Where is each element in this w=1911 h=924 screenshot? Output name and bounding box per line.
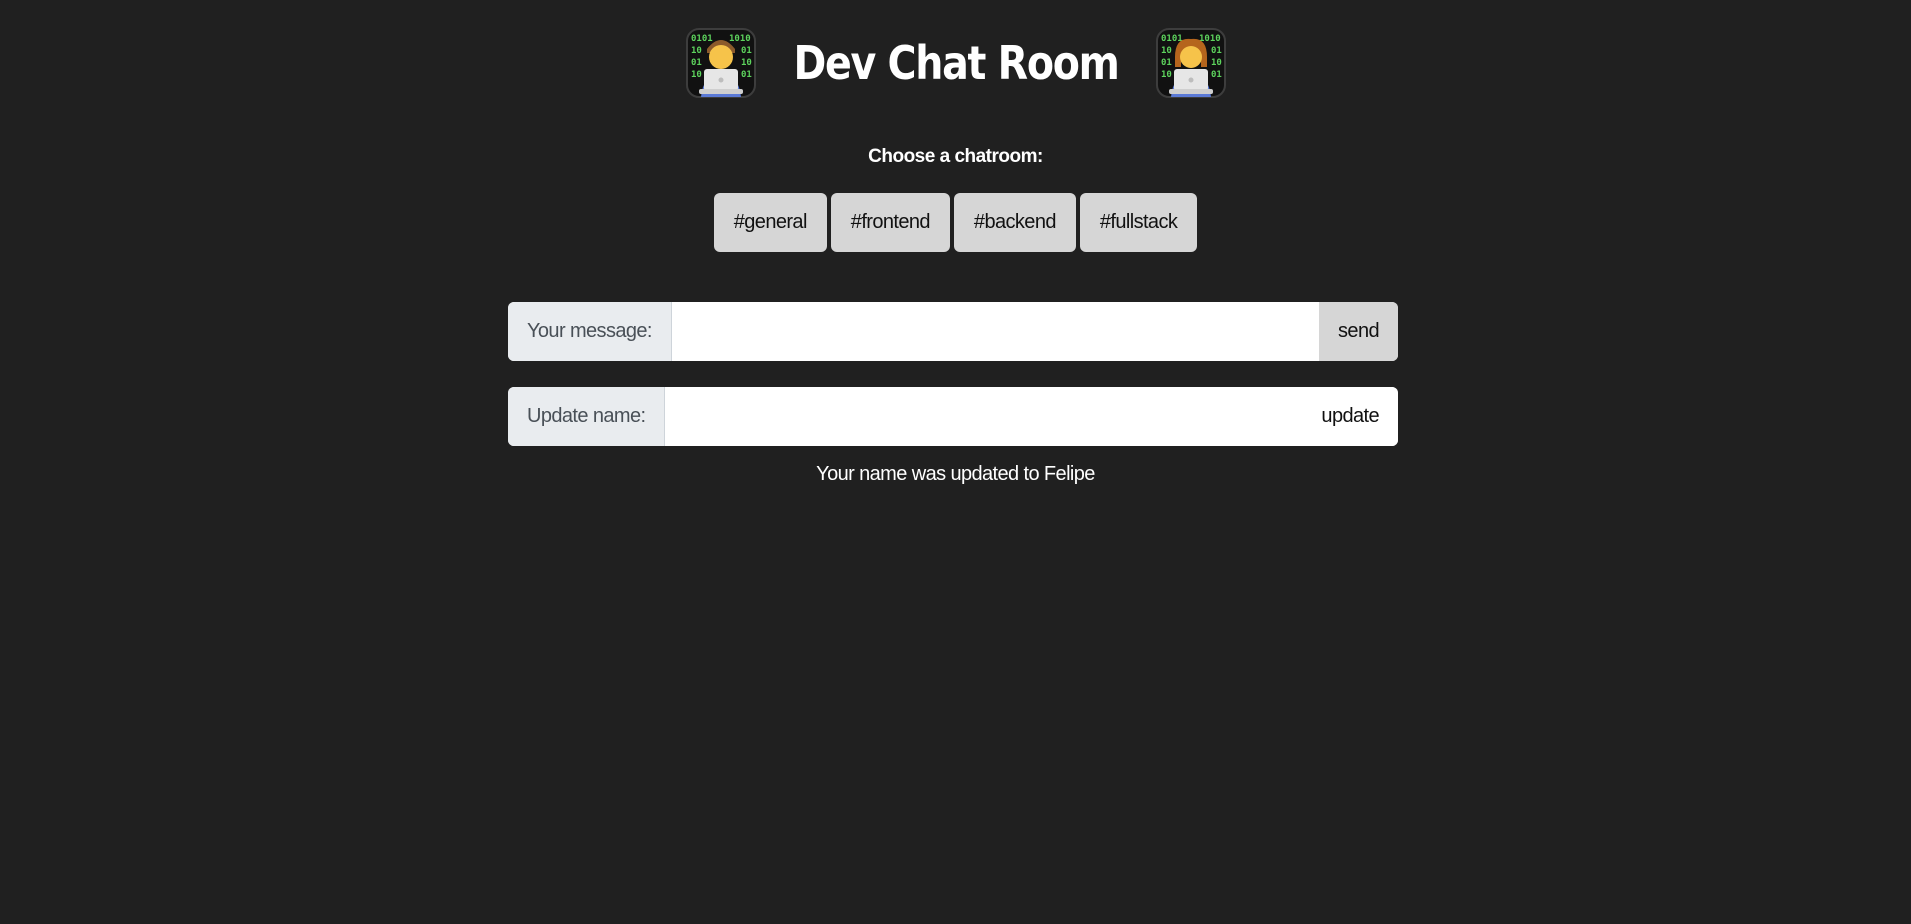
svg-text:01: 01 [741,46,752,56]
message-input[interactable] [671,302,1320,361]
status-message: Your name was updated to Felipe [816,463,1095,485]
svg-text:10: 10 [1161,70,1172,80]
technologist-emoji-icon: 0101 1010 10 01 01 10 10 01 [685,28,756,98]
name-input[interactable] [665,387,1303,446]
chatroom-chooser-label: Choose a chatroom: [868,146,1043,167]
svg-text:10: 10 [741,58,752,68]
update-name-form: Update name: update [508,387,1398,446]
send-button[interactable]: send [1319,302,1398,361]
page-header: 0101 1010 10 01 01 10 10 01 Dev Chat Room 01… [0,26,1911,100]
svg-text:0101: 0101 [691,34,713,44]
message-form: Your message: send [508,302,1398,361]
chatroom-button-group: #general #frontend #backend #fullstack [0,193,1911,252]
svg-text:01: 01 [1211,70,1222,80]
svg-text:1010: 1010 [729,34,751,44]
update-button[interactable]: update [1302,387,1398,446]
svg-text:10: 10 [1211,58,1222,68]
svg-text:01: 01 [691,58,702,68]
room-button-general[interactable]: #general [713,193,827,252]
svg-text:10: 10 [691,46,702,56]
svg-text:01: 01 [1211,46,1222,56]
chat-page: 0101 1010 10 01 01 10 10 01 Dev Chat Room 01… [0,0,1911,924]
svg-text:10: 10 [691,70,702,80]
room-button-backend[interactable]: #backend [953,193,1076,252]
room-button-frontend[interactable]: #frontend [830,193,950,252]
svg-text:01: 01 [741,70,752,80]
update-name-label: Update name: [508,387,666,446]
room-button-fullstack[interactable]: #fullstack [1079,193,1198,252]
page-title: Dev Chat Room [792,36,1119,90]
message-label: Your message: [508,302,672,361]
technologist-emoji-icon: 0101 1010 10 01 01 10 10 01 [1155,28,1226,98]
svg-text:01: 01 [1161,58,1172,68]
svg-text:10: 10 [1161,46,1172,56]
